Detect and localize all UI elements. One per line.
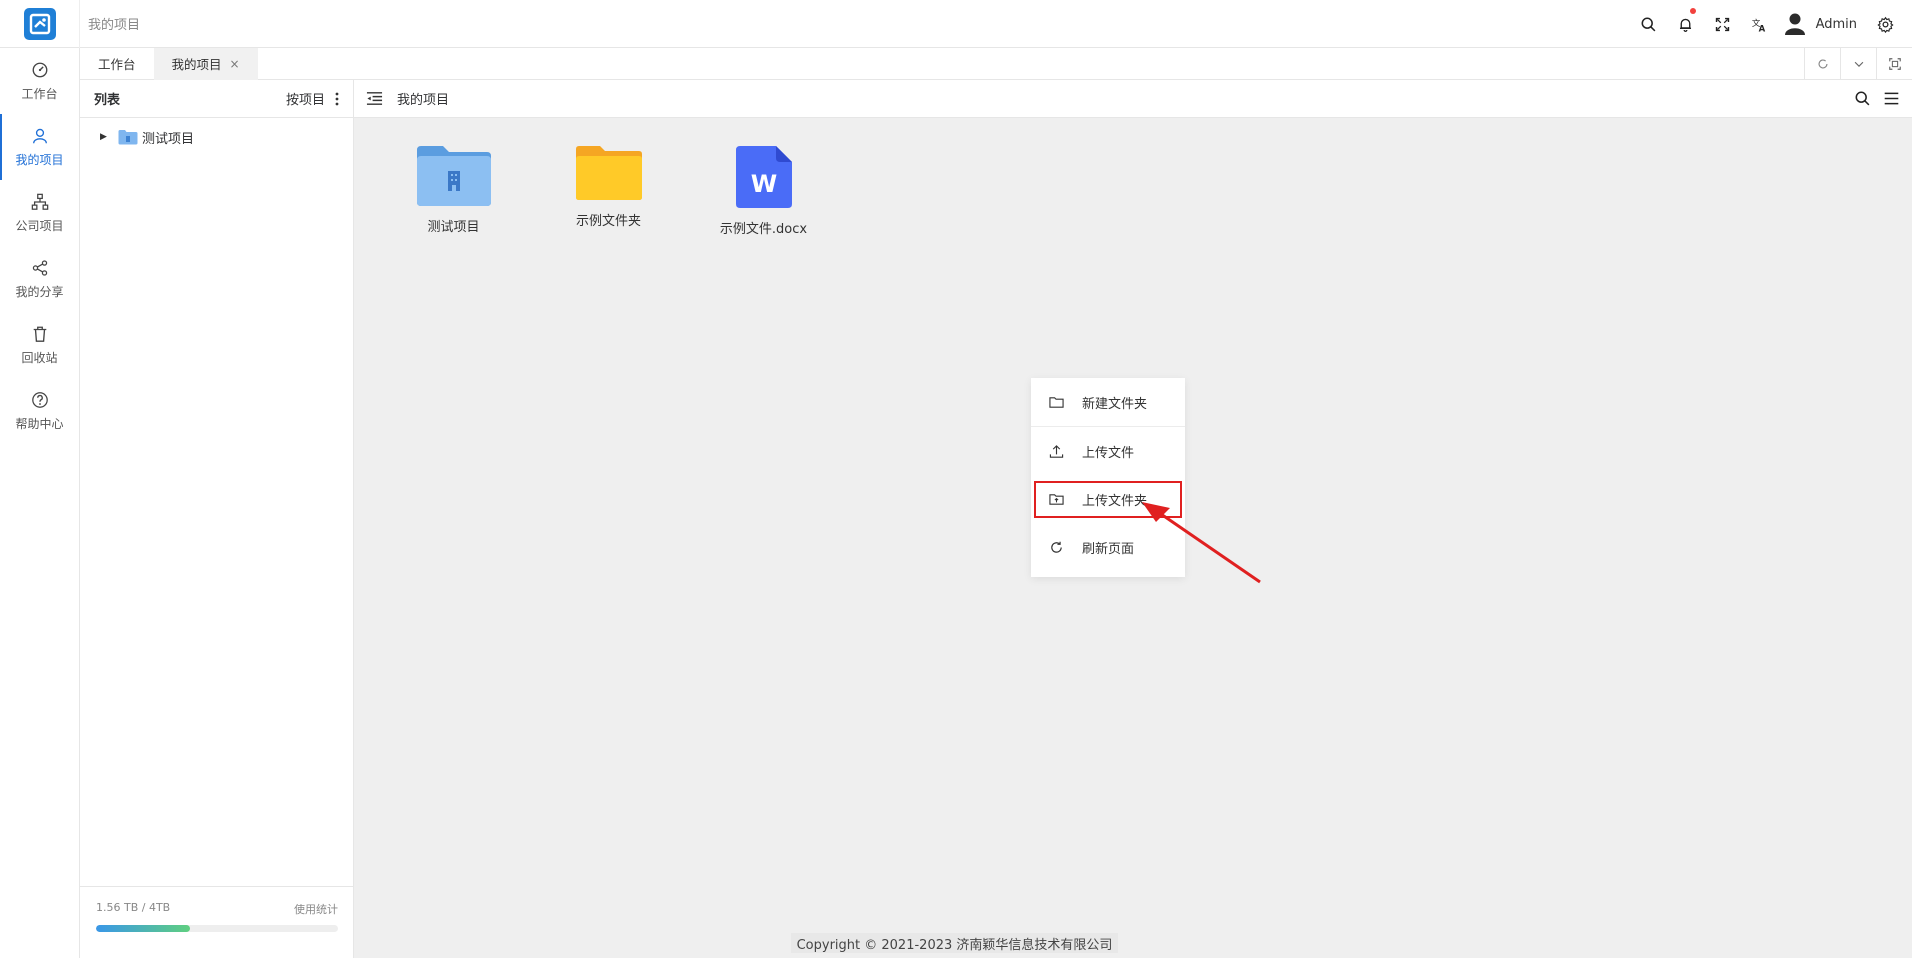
upload-icon [1049, 444, 1064, 458]
nav-item-my-shares[interactable]: 我的分享 [0, 246, 79, 312]
copyright-footer: Copyright © 2021-2023 济南颖华信息技术有限公司 [791, 933, 1118, 953]
file-name: 示例文件夹 [575, 214, 641, 229]
usage-progress-bar [96, 925, 338, 932]
avatar [1784, 13, 1805, 35]
storage-usage: 1.56 TB / 4TB 使用统计 [80, 886, 354, 958]
org-chart-icon [31, 193, 48, 210]
tab-actions [1804, 48, 1912, 80]
nav-item-workbench[interactable]: 工作台 [0, 48, 79, 114]
usage-stats-link[interactable]: 使用统计 [294, 901, 338, 917]
user-menu[interactable]: Admin [1784, 12, 1857, 36]
maximize-icon[interactable] [1876, 48, 1912, 80]
tab-label: 我的项目 [171, 57, 222, 72]
caret-right-icon[interactable]: ▶ [100, 132, 114, 142]
reload-icon[interactable] [1804, 48, 1840, 80]
bell-icon[interactable] [1667, 0, 1704, 48]
word-doc-icon: W [735, 146, 792, 208]
notification-dot [1689, 8, 1696, 14]
app-logo[interactable] [0, 0, 80, 48]
tab-workbench[interactable]: 工作台 [80, 48, 154, 80]
folder-icon [575, 146, 642, 200]
search-icon[interactable] [1630, 0, 1667, 48]
file-item[interactable]: 示例文件夹 [531, 144, 686, 237]
file-item[interactable]: 测试项目 [376, 144, 531, 237]
menu-item-new-folder[interactable]: 新建文件夹 [1031, 378, 1185, 426]
top-header: 我的项目 文A Admin [0, 0, 1912, 48]
project-tree-panel: 列表 按项目 ▶ 测试项目 1.56 TB / 4TB 使用统计 [80, 80, 354, 958]
nav-item-my-projects[interactable]: 我的项目 [0, 114, 79, 180]
menu-item-label: 刷新页面 [1082, 541, 1135, 557]
settings-icon[interactable] [1867, 0, 1904, 48]
breadcrumb: 我的项目 [88, 18, 141, 33]
folder-icon [1049, 396, 1064, 408]
file-name: 示例文件.docx [719, 222, 808, 237]
user-icon [32, 128, 47, 143]
svg-text:W: W [750, 170, 776, 198]
menu-item-label: 新建文件夹 [1082, 396, 1148, 412]
annotation-arrow [1142, 502, 1261, 584]
sort-dropdown[interactable]: 按项目 [286, 89, 339, 108]
tree-node[interactable]: ▶ 测试项目 [80, 122, 353, 152]
tree-header: 列表 按项目 [80, 80, 353, 118]
dashboard-icon [32, 62, 47, 77]
project-folder-icon [118, 130, 138, 145]
nav-label: 帮助中心 [15, 416, 64, 431]
browser-title: 我的项目 [397, 93, 450, 108]
menu-item-label: 上传文件 [1082, 445, 1135, 461]
tree-node-label: 测试项目 [142, 131, 195, 147]
usage-text: 1.56 TB / 4TB [96, 901, 171, 914]
share-icon [32, 259, 47, 276]
svg-text:A: A [1758, 24, 1765, 33]
menu-item-upload-file[interactable]: 上传文件 [1031, 427, 1185, 475]
header-actions: 文A Admin [1630, 0, 1904, 48]
browser-header: 我的项目 [354, 80, 1912, 118]
user-name: Admin [1815, 16, 1857, 32]
nav-label: 我的分享 [15, 284, 64, 299]
collapse-sidebar-icon[interactable] [366, 90, 383, 107]
search-icon[interactable] [1854, 90, 1871, 107]
tab-bar: 工作台 我的项目 × [80, 47, 1912, 80]
nav-item-recycle-bin[interactable]: 回收站 [0, 312, 79, 378]
usage-progress-fill [96, 925, 191, 932]
nav-label: 我的项目 [15, 152, 64, 167]
nav-item-help-center[interactable]: 帮助中心 [0, 378, 79, 444]
nav-item-company-projects[interactable]: 公司项目 [0, 180, 79, 246]
tab-label: 工作台 [98, 57, 136, 72]
close-icon[interactable]: × [230, 57, 240, 71]
file-name: 测试项目 [427, 220, 480, 235]
logo-icon [23, 7, 56, 40]
refresh-icon [1051, 541, 1062, 553]
nav-label: 公司项目 [15, 218, 64, 233]
nav-label: 回收站 [21, 350, 58, 365]
file-item[interactable]: W 示例文件.docx [686, 144, 841, 237]
nav-label: 工作台 [21, 86, 58, 101]
menu-icon[interactable] [1883, 90, 1900, 107]
trash-icon [33, 326, 46, 342]
help-icon [31, 391, 48, 408]
chevron-down-icon[interactable] [1840, 48, 1876, 80]
fullscreen-icon[interactable] [1704, 0, 1741, 48]
left-nav-rail: 工作台 我的项目 公司项目 我的分享 回收站 帮助中心 [0, 48, 80, 958]
file-grid: 测试项目 示例文件夹 W 示例文件.docx [354, 118, 1912, 237]
sort-label: 按项目 [285, 93, 325, 108]
tree-title: 列表 [94, 93, 121, 108]
tab-my-projects[interactable]: 我的项目 × [153, 47, 258, 80]
translate-icon[interactable]: 文A [1741, 0, 1778, 48]
more-vertical-icon[interactable] [335, 92, 339, 106]
project-folder-icon [416, 146, 491, 206]
